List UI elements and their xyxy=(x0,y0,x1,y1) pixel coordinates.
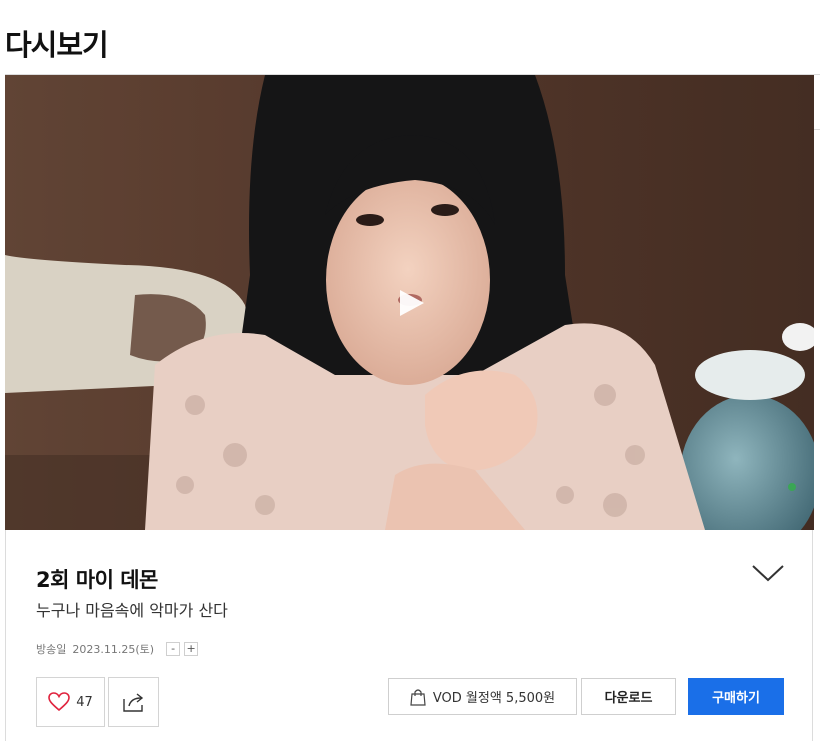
chevron-down-icon xyxy=(752,565,784,582)
expand-button[interactable] xyxy=(751,562,785,584)
video-player[interactable] xyxy=(5,75,814,530)
like-button[interactable]: 47 xyxy=(36,677,105,727)
share-icon xyxy=(122,693,143,712)
play-icon xyxy=(400,290,424,316)
buy-button[interactable]: 구매하기 xyxy=(688,678,784,715)
vod-subscription-label: VOD 월정액 5,500원 xyxy=(432,691,556,706)
download-button[interactable]: 다운로드 xyxy=(581,678,676,715)
page-title: 다시보기 xyxy=(5,28,109,62)
share-button[interactable] xyxy=(108,677,159,727)
like-count: 47 xyxy=(76,694,93,710)
heart-icon xyxy=(48,692,71,712)
episode-subtitle: 누구나 마음속에 악마가 산다 xyxy=(36,601,228,620)
divider xyxy=(814,129,820,130)
font-increase-button[interactable]: + xyxy=(184,642,199,656)
air-date-row: 방송일 2023.11.25(토) - + xyxy=(36,641,199,657)
episode-title: 2회 마이 데몬 xyxy=(36,568,158,592)
air-date-label: 방송일 xyxy=(36,643,67,656)
font-decrease-button[interactable]: - xyxy=(166,642,181,656)
vod-subscription-button[interactable]: VOD 월정액 5,500원 xyxy=(388,678,577,715)
shopping-bag-icon xyxy=(410,688,426,706)
air-date-value: 2023.11.25(토) xyxy=(72,643,155,656)
play-button[interactable] xyxy=(385,278,435,328)
episode-info-card: 2회 마이 데몬 누구나 마음속에 악마가 산다 방송일 2023.11.25(… xyxy=(5,530,813,741)
